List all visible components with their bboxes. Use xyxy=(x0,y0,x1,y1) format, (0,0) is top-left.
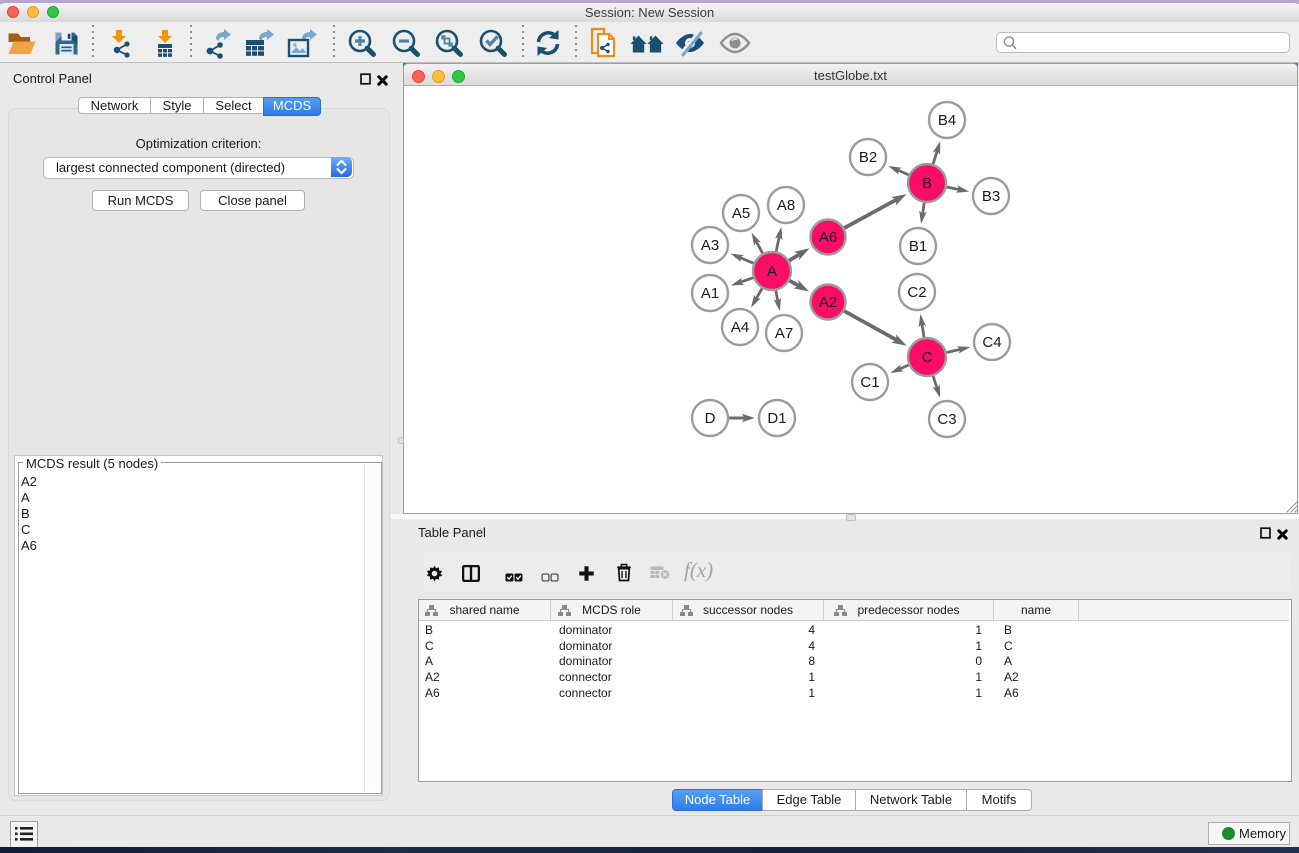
svg-text:B1: B1 xyxy=(909,238,927,255)
svg-text:A2: A2 xyxy=(819,294,837,311)
svg-text:B2: B2 xyxy=(859,149,877,166)
svg-text:B: B xyxy=(922,175,932,192)
svg-text:A1: A1 xyxy=(701,285,719,302)
svg-text:B4: B4 xyxy=(938,112,956,129)
svg-text:C: C xyxy=(922,349,933,366)
svg-text:C2: C2 xyxy=(907,284,926,301)
svg-text:D1: D1 xyxy=(767,410,786,427)
svg-text:C4: C4 xyxy=(982,334,1001,351)
svg-text:A: A xyxy=(767,263,777,280)
svg-text:A3: A3 xyxy=(701,237,719,254)
svg-text:B3: B3 xyxy=(982,188,1000,205)
svg-text:A5: A5 xyxy=(732,205,750,222)
svg-text:C1: C1 xyxy=(860,374,879,391)
svg-text:D: D xyxy=(705,410,716,427)
svg-text:A7: A7 xyxy=(775,325,793,342)
svg-text:A8: A8 xyxy=(777,197,795,214)
svg-text:A4: A4 xyxy=(731,319,749,336)
svg-text:A6: A6 xyxy=(819,229,837,246)
svg-text:C3: C3 xyxy=(937,411,956,428)
